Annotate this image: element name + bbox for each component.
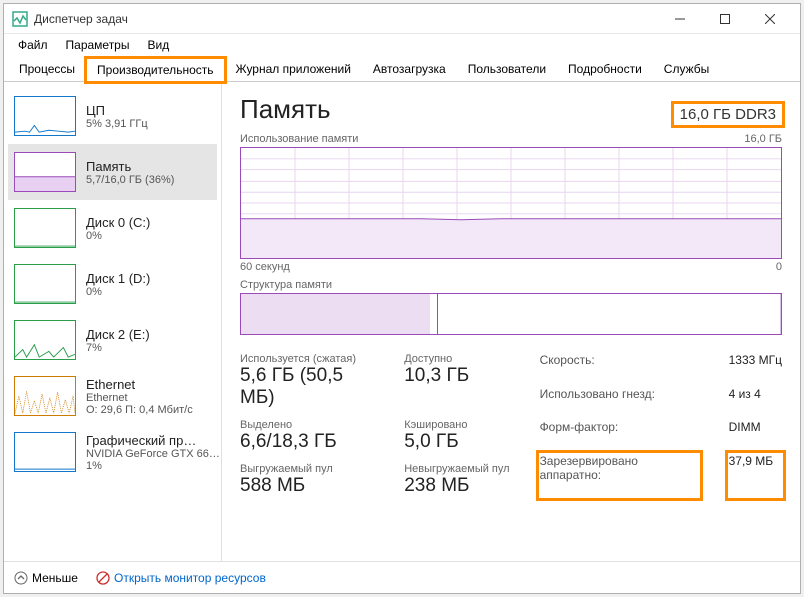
gpu-thumb <box>14 432 76 472</box>
disk2-sub: 7% <box>86 342 150 354</box>
maximize-button[interactable] <box>702 5 747 33</box>
paged-label: Выгружаемый пул <box>240 463 378 475</box>
footer: Меньше Открыть монитор ресурсов <box>4 561 800 593</box>
chart1-xmin: 60 секунд <box>240 261 290 273</box>
chart1-max: 16,0 ГБ <box>744 133 782 145</box>
ethernet-title: Ethernet <box>86 377 193 392</box>
minimize-button[interactable] <box>657 5 702 33</box>
memory-composition-chart[interactable] <box>240 293 782 335</box>
gpu-sub: NVIDIA GeForce GTX 66… <box>86 448 220 460</box>
in-use-value: 5,6 ГБ (50,5 МБ) <box>240 365 378 409</box>
stats-right: Скорость: 1333 МГц Использовано гнезд: 4… <box>540 353 782 497</box>
disk0-thumb <box>14 208 76 248</box>
menubar: Файл Параметры Вид <box>4 34 800 56</box>
paged-value: 588 МБ <box>240 475 378 497</box>
menu-options[interactable]: Параметры <box>58 36 138 54</box>
available-label: Доступно <box>404 353 509 365</box>
chart2-label: Структура памяти <box>240 279 782 291</box>
hw-reserved-value: 37,9 МБ <box>729 454 782 498</box>
sidebar-item-gpu[interactable]: Графический пр… NVIDIA GeForce GTX 66… 1… <box>8 424 217 480</box>
ethernet-sub2: О: 29,6 П: 0,4 Мбит/с <box>86 404 193 416</box>
gpu-sub2: 1% <box>86 460 220 472</box>
cpu-sub: 5% 3,91 ГГц <box>86 118 148 130</box>
tab-performance[interactable]: Производительность <box>86 58 224 82</box>
form-label: Форм-фактор: <box>540 420 699 450</box>
form-value: DIMM <box>729 420 782 450</box>
sidebar-item-disk1[interactable]: Диск 1 (D:) 0% <box>8 256 217 312</box>
app-icon <box>12 11 28 27</box>
sidebar: ЦП 5% 3,91 ГГц Память 5,7/16,0 ГБ (36%) <box>4 82 222 561</box>
titlebar: Диспетчер задач <box>4 4 800 34</box>
speed-value: 1333 МГц <box>729 353 782 383</box>
tab-startup[interactable]: Автозагрузка <box>362 57 457 81</box>
tab-processes[interactable]: Процессы <box>8 57 86 81</box>
tab-app-history[interactable]: Журнал приложений <box>225 57 362 81</box>
disk0-title: Диск 0 (C:) <box>86 215 150 230</box>
memory-thumb <box>14 152 76 192</box>
hw-reserved-label: Зарезервировано аппаратно: <box>540 454 699 498</box>
tabbar: Процессы Производительность Журнал прило… <box>4 56 800 82</box>
fewer-details-button[interactable]: Меньше <box>14 571 78 585</box>
cpu-thumb <box>14 96 76 136</box>
committed-label: Выделено <box>240 419 378 431</box>
disk2-thumb <box>14 320 76 360</box>
cached-label: Кэшировано <box>404 419 509 431</box>
chevron-up-circle-icon <box>14 571 28 585</box>
main-panel: Память 16,0 ГБ DDR3 Использование памяти… <box>222 82 800 561</box>
in-use-label: Используется (сжатая) <box>240 353 378 365</box>
gpu-title: Графический пр… <box>86 433 220 448</box>
slots-label: Использовано гнезд: <box>540 387 699 417</box>
sidebar-item-disk2[interactable]: Диск 2 (E:) 7% <box>8 312 217 368</box>
open-resource-monitor-link[interactable]: Открыть монитор ресурсов <box>96 571 266 585</box>
disk1-title: Диск 1 (D:) <box>86 271 150 286</box>
ethernet-thumb <box>14 376 76 416</box>
tab-services[interactable]: Службы <box>653 57 720 81</box>
disk1-sub: 0% <box>86 286 150 298</box>
sidebar-item-memory[interactable]: Память 5,7/16,0 ГБ (36%) <box>8 144 217 200</box>
sidebar-item-ethernet[interactable]: Ethernet Ethernet О: 29,6 П: 0,4 Мбит/с <box>8 368 217 424</box>
resource-monitor-icon <box>96 571 110 585</box>
tab-users[interactable]: Пользователи <box>457 57 557 81</box>
window-title: Диспетчер задач <box>34 12 657 26</box>
ethernet-sub: Ethernet <box>86 392 193 404</box>
sidebar-item-cpu[interactable]: ЦП 5% 3,91 ГГц <box>8 88 217 144</box>
memory-capacity: 16,0 ГБ DDR3 <box>674 104 782 125</box>
disk1-thumb <box>14 264 76 304</box>
cached-value: 5,0 ГБ <box>404 431 509 453</box>
sidebar-item-disk0[interactable]: Диск 0 (C:) 0% <box>8 200 217 256</box>
menu-view[interactable]: Вид <box>139 36 177 54</box>
menu-file[interactable]: Файл <box>10 36 56 54</box>
close-button[interactable] <box>747 5 792 33</box>
cpu-title: ЦП <box>86 103 148 118</box>
slots-value: 4 из 4 <box>729 387 782 417</box>
chart1-xmax: 0 <box>776 261 782 273</box>
memory-sub: 5,7/16,0 ГБ (36%) <box>86 174 174 186</box>
page-title: Память <box>240 94 331 125</box>
stats-left: Используется (сжатая) 5,6 ГБ (50,5 МБ) Д… <box>240 353 510 497</box>
speed-label: Скорость: <box>540 353 699 383</box>
nonpaged-value: 238 МБ <box>404 475 509 497</box>
memory-title: Память <box>86 159 174 174</box>
memory-usage-chart[interactable] <box>240 147 782 259</box>
available-value: 10,3 ГБ <box>404 365 509 387</box>
disk0-sub: 0% <box>86 230 150 242</box>
chart1-label: Использование памяти <box>240 133 358 145</box>
task-manager-window: Диспетчер задач Файл Параметры Вид Проце… <box>3 3 801 594</box>
tab-details[interactable]: Подробности <box>557 57 653 81</box>
disk2-title: Диск 2 (E:) <box>86 327 150 342</box>
committed-value: 6,6/18,3 ГБ <box>240 431 378 453</box>
nonpaged-label: Невыгружаемый пул <box>404 463 509 475</box>
